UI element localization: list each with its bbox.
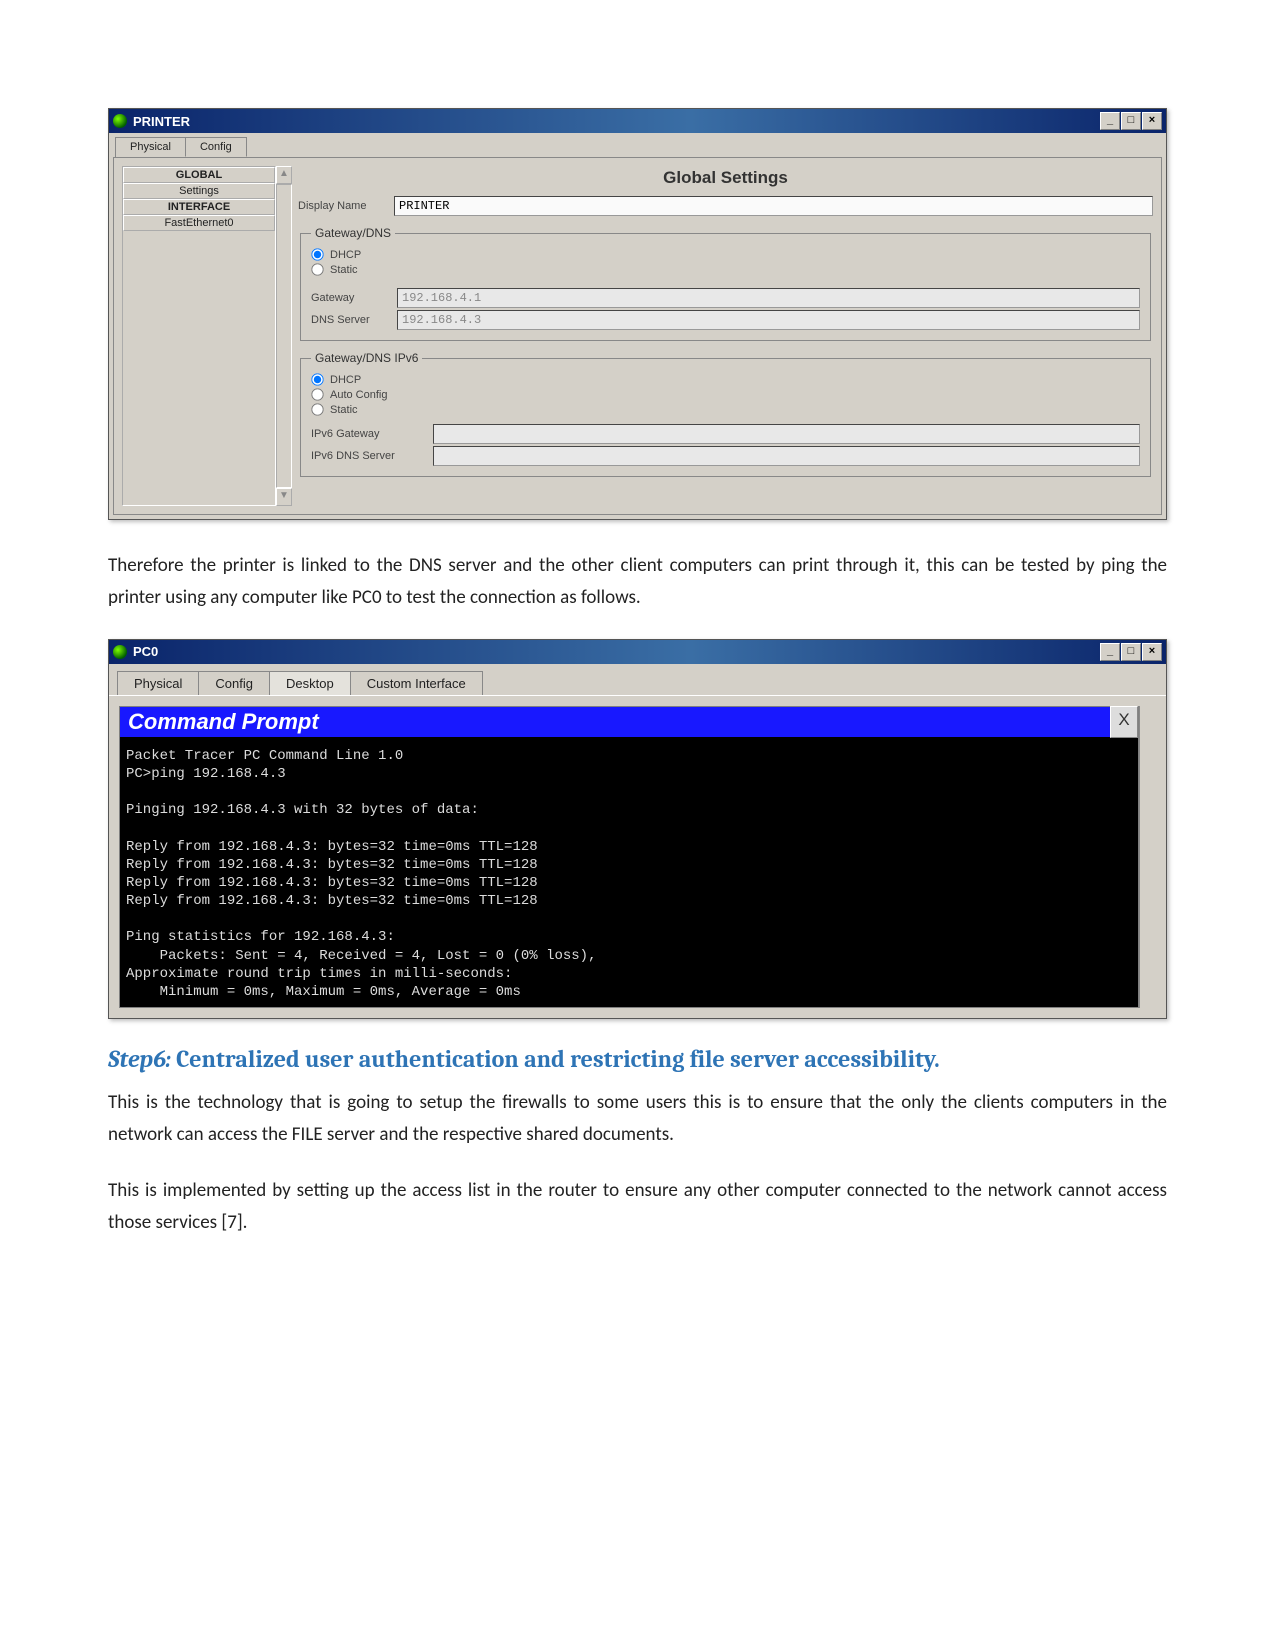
paragraph-1: Therefore the printer is linked to the D… bbox=[108, 550, 1167, 615]
ipv6-gateway-label: IPv6 Gateway bbox=[311, 428, 427, 440]
tabstrip: Physical Config bbox=[109, 133, 1166, 157]
ipv6-gateway-input bbox=[433, 424, 1140, 444]
tab-desktop[interactable]: Desktop bbox=[269, 671, 351, 695]
displayname-input[interactable] bbox=[394, 196, 1153, 216]
titlebar[interactable]: PRINTER _ □ × bbox=[109, 109, 1166, 133]
maximize-button[interactable]: □ bbox=[1121, 643, 1141, 661]
app-icon bbox=[113, 645, 127, 659]
pc0-window-title: PC0 bbox=[133, 644, 158, 659]
radio-ipv6-auto[interactable]: Auto Config bbox=[311, 388, 1140, 401]
printer-window: PRINTER _ □ × Physical Config GLOBAL Set… bbox=[108, 108, 1167, 520]
command-prompt-close-button[interactable]: X bbox=[1110, 706, 1138, 738]
gateway-label: Gateway bbox=[311, 292, 391, 304]
sidebar-item-fastethernet0[interactable]: FastEthernet0 bbox=[123, 215, 275, 231]
radio-ipv6-static[interactable]: Static bbox=[311, 403, 1140, 416]
command-prompt-title: Command Prompt bbox=[120, 709, 1110, 735]
tab-config[interactable]: Config bbox=[185, 137, 247, 157]
ipv6-dns-input bbox=[433, 446, 1140, 466]
step6-heading: Step6: Centralized user authentication a… bbox=[108, 1045, 1167, 1073]
minimize-button[interactable]: _ bbox=[1100, 112, 1120, 130]
gateway-dns-ipv6-group: Gateway/DNS IPv6 DHCP Auto Config Static bbox=[300, 351, 1151, 477]
gateway-dns-group: Gateway/DNS DHCP Static Gateway bbox=[300, 226, 1151, 341]
radio-ipv6-dhcp[interactable]: DHCP bbox=[311, 373, 1140, 386]
scroll-down-icon[interactable]: ▼ bbox=[276, 488, 292, 506]
gateway-input bbox=[397, 288, 1140, 308]
pc0-titlebar[interactable]: PC0 _ □ × bbox=[109, 640, 1166, 664]
sidebar-scrollbar[interactable]: ▲ ▼ bbox=[276, 166, 292, 506]
client-area: GLOBAL Settings INTERFACE FastEthernet0 … bbox=[113, 157, 1162, 515]
tab-physical[interactable]: Physical bbox=[115, 137, 186, 157]
pc0-scrollbar[interactable] bbox=[1139, 706, 1156, 1008]
window-title: PRINTER bbox=[133, 114, 190, 129]
maximize-button[interactable]: □ bbox=[1121, 112, 1141, 130]
config-sidebar: GLOBAL Settings INTERFACE FastEthernet0 bbox=[122, 166, 276, 506]
command-prompt-app: Command Prompt X Packet Tracer PC Comman… bbox=[119, 706, 1139, 1008]
sidebar-item-settings[interactable]: Settings bbox=[123, 183, 275, 199]
radio-static[interactable]: Static bbox=[311, 263, 1140, 276]
dns-label: DNS Server bbox=[311, 314, 391, 326]
gateway-dns-ipv6-legend: Gateway/DNS IPv6 bbox=[311, 351, 422, 365]
tab-custom-interface[interactable]: Custom Interface bbox=[350, 671, 483, 695]
tab-physical[interactable]: Physical bbox=[117, 671, 199, 695]
displayname-label: Display Name bbox=[298, 200, 388, 212]
minimize-button[interactable]: _ bbox=[1100, 643, 1120, 661]
pc0-tabstrip: Physical Config Desktop Custom Interface bbox=[109, 664, 1166, 695]
sidebar-header-interface[interactable]: INTERFACE bbox=[123, 199, 275, 215]
terminal-output[interactable]: Packet Tracer PC Command Line 1.0 PC>pin… bbox=[120, 737, 1138, 1007]
pc0-window: PC0 _ □ × Physical Config Desktop Custom… bbox=[108, 639, 1167, 1019]
close-button[interactable]: × bbox=[1142, 112, 1162, 130]
app-icon bbox=[113, 114, 127, 128]
paragraph-3: This is implemented by setting up the ac… bbox=[108, 1175, 1167, 1240]
scroll-up-icon[interactable]: ▲ bbox=[276, 166, 292, 184]
gateway-dns-legend: Gateway/DNS bbox=[311, 226, 395, 240]
paragraph-2: This is the technology that is going to … bbox=[108, 1087, 1167, 1152]
close-button[interactable]: × bbox=[1142, 643, 1162, 661]
panel-title: Global Settings bbox=[298, 168, 1153, 188]
ipv6-dns-label: IPv6 DNS Server bbox=[311, 450, 427, 462]
sidebar-header-global[interactable]: GLOBAL bbox=[123, 167, 275, 183]
dns-input bbox=[397, 310, 1140, 330]
tab-config[interactable]: Config bbox=[198, 671, 270, 695]
radio-dhcp[interactable]: DHCP bbox=[311, 248, 1140, 261]
pc0-client-area: Command Prompt X Packet Tracer PC Comman… bbox=[109, 695, 1166, 1018]
